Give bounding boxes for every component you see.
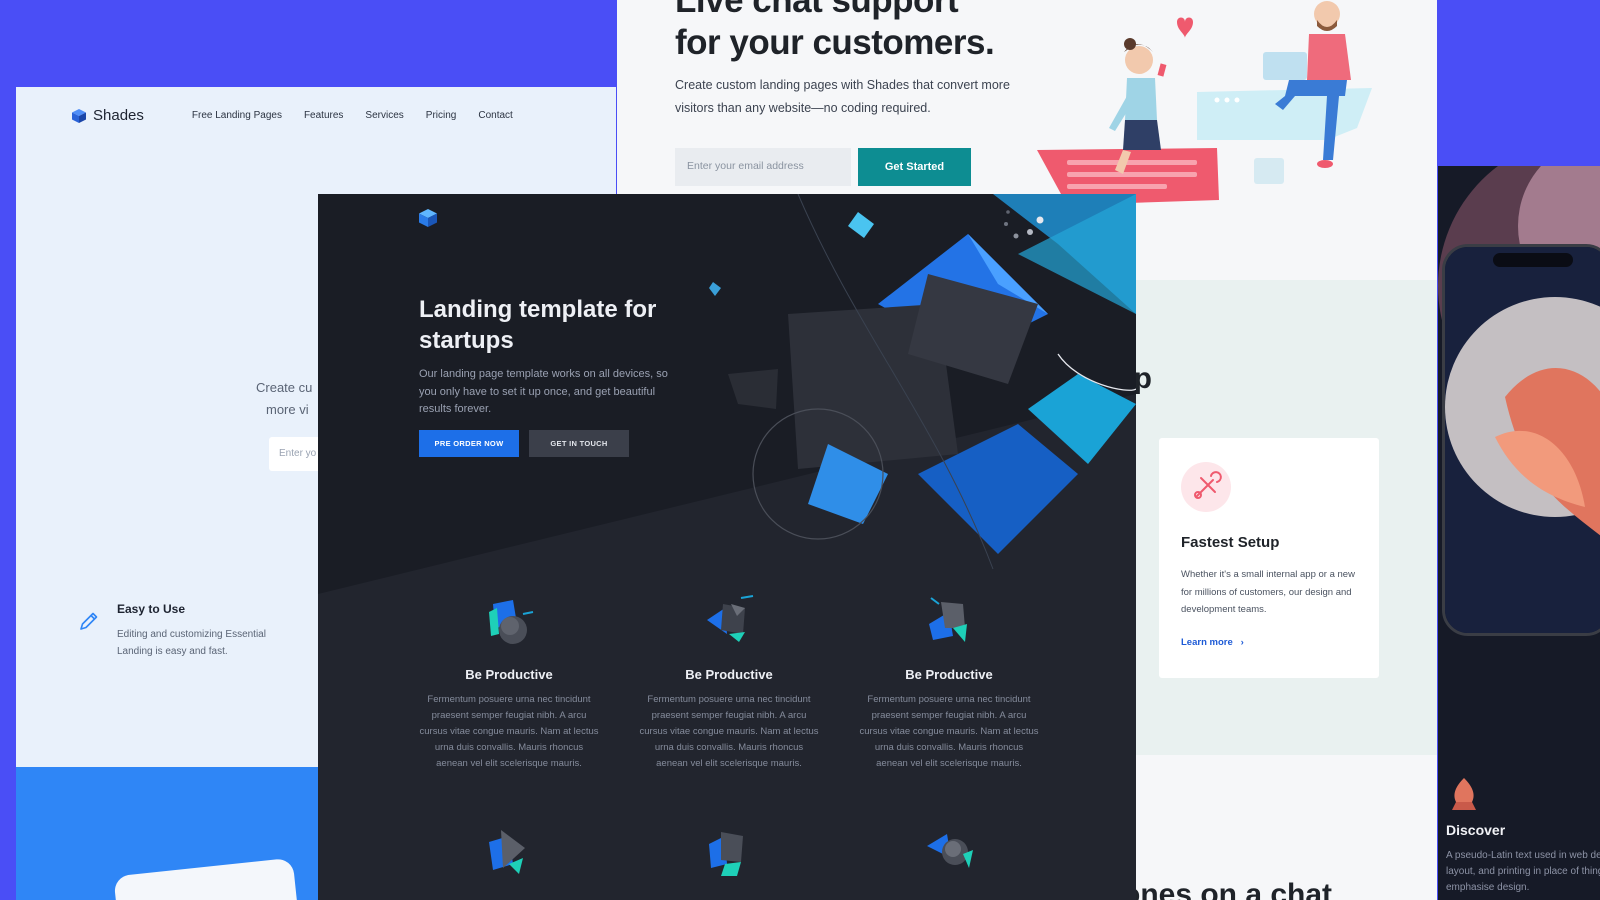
chat-bubble-blue xyxy=(1197,88,1372,140)
nav-link-services[interactable]: Services xyxy=(365,110,403,121)
phone-screen-art xyxy=(1445,247,1600,633)
productivity-icon xyxy=(929,597,967,642)
feature-easy-to-use: Easy to Use Editing and customizing Esse… xyxy=(78,602,298,660)
productivity-icon xyxy=(927,834,973,868)
shades-navbar: Shades Free Landing Pages Features Servi… xyxy=(72,107,513,124)
cube-logo-icon xyxy=(72,108,86,123)
setup-icon-wrap xyxy=(1181,462,1231,512)
chat-headline: Live chat support for your customers. xyxy=(675,0,995,64)
mobile-app-panel: Discover A pseudo-Latin text used in web… xyxy=(1438,166,1600,900)
get-started-button[interactable]: Get Started xyxy=(858,148,971,186)
learn-more-link[interactable]: Learn more › xyxy=(1181,637,1244,648)
startup-features-row-2 xyxy=(419,824,1039,885)
nav-link-contact[interactable]: Contact xyxy=(478,110,512,121)
feature-title: Be Productive xyxy=(465,667,553,682)
chat-bottom-heading: ones on a chat xyxy=(1122,878,1333,900)
chat-subtitle: Create custom landing pages with Shades … xyxy=(675,78,1010,115)
nav-link-features[interactable]: Features xyxy=(304,110,343,121)
startup-landing-panel: Landing template for startups Our landin… xyxy=(318,194,1136,900)
productivity-icon xyxy=(489,600,534,644)
pencil-icon xyxy=(80,612,98,630)
chat-headline-line2: for your customers. xyxy=(675,23,995,62)
feature-desc: Fermentum posuere urna nec tincidunt pra… xyxy=(419,694,599,769)
heart-icon xyxy=(1177,17,1193,38)
feature-easy-desc: Editing and customizing Essential Landin… xyxy=(117,629,266,657)
chat-illustration xyxy=(1037,1,1372,205)
tools-icon xyxy=(1194,471,1222,499)
feature-title: Be Productive xyxy=(905,667,993,682)
man-character xyxy=(1263,1,1351,168)
feature-card xyxy=(859,824,1039,885)
productivity-icon xyxy=(707,595,754,642)
get-in-touch-button[interactable]: GET IN TOUCH xyxy=(529,430,629,457)
chevron-right-icon: › xyxy=(1235,637,1244,648)
feature-title: Be Productive xyxy=(685,667,773,682)
discover-title: Discover xyxy=(1446,822,1506,838)
fastest-setup-title: Fastest Setup xyxy=(1181,534,1280,551)
pre-order-button[interactable]: PRE ORDER NOW xyxy=(419,430,519,457)
feature-card xyxy=(639,824,819,885)
shades-logo[interactable]: Shades xyxy=(72,107,144,124)
productivity-icon xyxy=(709,832,743,876)
startup-subtitle: Our landing page template works on all d… xyxy=(419,368,668,415)
discover-icon xyxy=(1452,778,1476,810)
feature-card: Be Productive Fermentum posuere urna nec… xyxy=(639,594,819,772)
shades-bottom-card xyxy=(113,857,299,900)
fastest-setup-card: Fastest Setup Whether it's a small inter… xyxy=(1159,438,1379,678)
feature-easy-title: Easy to Use xyxy=(117,602,186,616)
feature-card: Be Productive Fermentum posuere urna nec… xyxy=(859,594,1039,772)
feature-card: Be Productive Fermentum posuere urna nec… xyxy=(419,594,599,772)
feature-desc: Fermentum posuere urna nec tincidunt pra… xyxy=(859,694,1039,769)
nav-link-free-landing-pages[interactable]: Free Landing Pages xyxy=(192,110,282,121)
fastest-setup-desc: Whether it's a small internal app or a n… xyxy=(1181,569,1355,615)
chat-headline-line1: Live chat support xyxy=(675,0,959,20)
shades-nav-links: Free Landing Pages Features Services Pri… xyxy=(192,110,513,121)
discover-desc: A pseudo-Latin text used in web design, … xyxy=(1446,850,1600,893)
feature-card xyxy=(419,824,599,885)
shades-brand-name: Shades xyxy=(93,107,144,124)
nav-link-pricing[interactable]: Pricing xyxy=(426,110,457,121)
startup-features-row: Be Productive Fermentum posuere urna nec… xyxy=(419,594,1039,772)
small-chat-card xyxy=(1254,158,1284,184)
feature-desc: Fermentum posuere urna nec tincidunt pra… xyxy=(639,694,819,769)
learn-more-label: Learn more xyxy=(1181,637,1233,648)
phone-mockup xyxy=(1442,244,1600,636)
startup-logo-icon xyxy=(419,209,437,227)
productivity-icon xyxy=(489,830,525,874)
chat-email-input[interactable]: Enter your email address xyxy=(675,148,851,186)
startup-headline: Landing template for startups xyxy=(419,296,657,354)
